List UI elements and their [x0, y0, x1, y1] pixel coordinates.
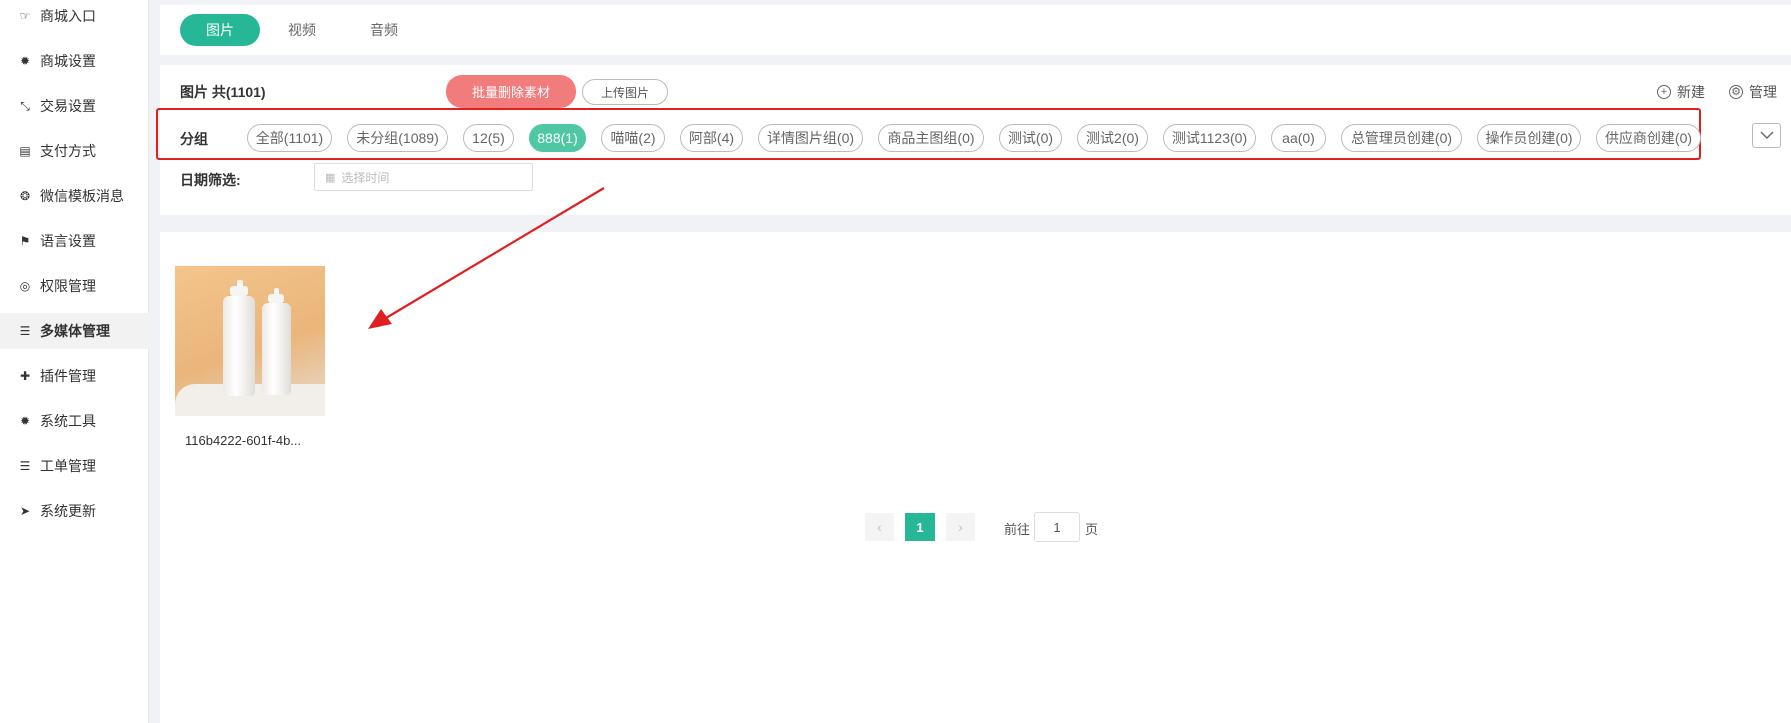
group-chip[interactable]: 全部(1101)	[247, 124, 332, 152]
chevron-left-icon: ‹	[877, 519, 882, 535]
sidebar-item-label: 工单管理	[40, 458, 96, 474]
image-count-label: 图片 共(1101)	[180, 84, 266, 100]
expand-groups-button[interactable]	[1752, 123, 1781, 148]
group-chip[interactable]: 总管理员创建(0)	[1341, 124, 1462, 152]
paper-plane-icon: ➤	[19, 504, 31, 518]
media-grid: 116b4222-601f-4b...	[160, 232, 1791, 723]
image-thumbnail[interactable]	[175, 266, 325, 416]
tab-videos[interactable]: 视频	[262, 14, 342, 46]
group-chip[interactable]: aa(0)	[1271, 124, 1326, 152]
language-icon: ⚑	[19, 234, 31, 248]
goto-page-input[interactable]	[1034, 512, 1080, 542]
eye-mask-icon: ◎	[19, 279, 31, 293]
group-title: 分组	[180, 131, 208, 147]
media-type-tabs: 图片 视频 音频	[160, 5, 1791, 55]
sidebar-item-label: 插件管理	[40, 368, 96, 384]
image-file-name: 116b4222-601f-4b...	[185, 433, 302, 448]
thumbnail-pump	[230, 286, 248, 296]
plus-circle-icon: +	[1657, 85, 1671, 99]
sidebar-item-label: 多媒体管理	[40, 323, 110, 339]
list-icon: ☰	[19, 324, 31, 338]
gear-icon: ✹	[19, 414, 31, 428]
thumbnail-bottle	[262, 303, 291, 395]
sidebar-item-label: 商城设置	[40, 53, 96, 69]
compress-arrows-icon: ⤡	[20, 98, 30, 113]
sidebar: ☞ 商城入口 ✹ 商城设置 ⤡ 交易设置 ▤ 支付方式 ❂ 微信模板消息 ⚑ 语…	[0, 0, 149, 723]
sidebar-item-mall-settings[interactable]: ✹ 商城设置	[0, 43, 149, 79]
date-filter-input[interactable]: ▦ 选择时间	[314, 163, 533, 191]
sidebar-item-label: 支付方式	[40, 143, 96, 159]
sidebar-item-label: 系统工具	[40, 413, 96, 429]
new-group-label: 新建	[1677, 84, 1705, 100]
sidebar-item-label: 系统更新	[40, 503, 96, 519]
group-chip[interactable]: 供应商创建(0)	[1596, 124, 1701, 152]
group-chip[interactable]: 阿部(4)	[680, 124, 743, 152]
group-chip-active[interactable]: 888(1)	[529, 124, 586, 152]
sidebar-item-label: 权限管理	[40, 278, 96, 294]
group-chip[interactable]: 详情图片组(0)	[758, 124, 863, 152]
upload-image-button[interactable]: 上传图片	[582, 79, 668, 105]
group-chip[interactable]: 操作员创建(0)	[1477, 124, 1581, 152]
sidebar-item-label: 语言设置	[40, 233, 96, 249]
puzzle-icon: ✚	[19, 369, 31, 383]
goto-suffix: 页	[1085, 522, 1099, 537]
new-group-button[interactable]: + 新建	[1657, 82, 1705, 102]
list-icon: ☰	[19, 459, 31, 473]
manage-groups-button[interactable]: ⚙ 管理	[1729, 82, 1777, 102]
manage-groups-label: 管理	[1749, 84, 1777, 100]
group-chip[interactable]: 12(5)	[463, 124, 514, 152]
hand-pointer-icon: ☞	[19, 9, 31, 23]
chevron-right-icon: ›	[958, 519, 963, 535]
batch-delete-button[interactable]: 批量删除素材	[446, 75, 576, 108]
calendar-icon: ▦	[325, 171, 336, 184]
group-chip[interactable]: 喵喵(2)	[601, 124, 665, 152]
sidebar-item-media[interactable]: ☰ 多媒体管理	[0, 313, 149, 349]
group-chip[interactable]: 测试(0)	[999, 124, 1062, 152]
sidebar-item-permissions[interactable]: ◎ 权限管理	[0, 268, 149, 304]
thumbnail-pump	[268, 294, 284, 303]
tab-audio[interactable]: 音频	[344, 14, 424, 46]
tab-images[interactable]: 图片	[180, 14, 260, 46]
group-chip[interactable]: 未分组(1089)	[347, 124, 448, 152]
prev-page-button[interactable]: ‹	[865, 513, 894, 541]
sidebar-item-label: 交易设置	[40, 98, 96, 114]
sidebar-item-system-tools[interactable]: ✹ 系统工具	[0, 403, 149, 439]
sidebar-item-label: 商城入口	[40, 8, 96, 24]
sidebar-item-payment[interactable]: ▤ 支付方式	[0, 133, 149, 169]
chevron-down-icon	[1760, 131, 1773, 139]
thumbnail-bottle	[223, 296, 255, 396]
sidebar-item-wechat-template[interactable]: ❂ 微信模板消息	[0, 178, 149, 214]
sidebar-item-mall-entry[interactable]: ☞ 商城入口	[0, 0, 149, 34]
next-page-button[interactable]: ›	[946, 513, 975, 541]
group-chip[interactable]: 测试1123(0)	[1163, 124, 1256, 152]
sidebar-item-system-update[interactable]: ➤ 系统更新	[0, 493, 149, 529]
main-content: 图片 视频 音频 图片 共(1101) 批量删除素材 上传图片 + 新建 ⚙ 管…	[156, 0, 1791, 723]
sidebar-item-trade-settings[interactable]: ⤡ 交易设置	[0, 88, 149, 124]
sidebar-item-language[interactable]: ⚑ 语言设置	[0, 223, 149, 259]
date-placeholder: 选择时间	[341, 170, 390, 185]
group-chip[interactable]: 商品主图组(0)	[878, 124, 984, 152]
date-filter-label: 日期筛选:	[180, 172, 241, 188]
group-chip[interactable]: 测试2(0)	[1077, 124, 1148, 152]
sidebar-item-label: 微信模板消息	[40, 188, 124, 204]
sidebar-item-tickets[interactable]: ☰ 工单管理	[0, 448, 149, 484]
credit-card-icon: ▤	[19, 144, 31, 158]
page-number-current[interactable]: 1	[905, 513, 935, 541]
wechat-icon: ❂	[19, 189, 31, 203]
gear-icon: ⚙	[1729, 85, 1743, 99]
sidebar-item-plugins[interactable]: ✚ 插件管理	[0, 358, 149, 394]
goto-prefix: 前往	[1004, 522, 1031, 537]
gear-icon: ✹	[19, 54, 31, 68]
